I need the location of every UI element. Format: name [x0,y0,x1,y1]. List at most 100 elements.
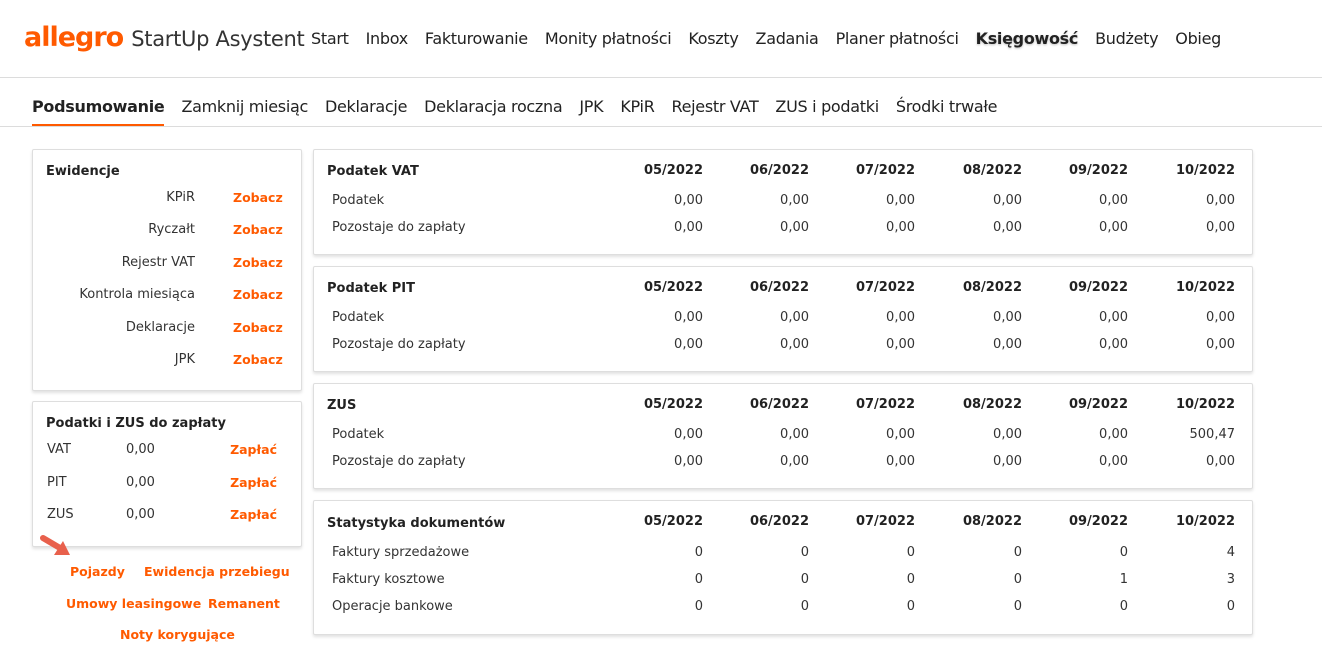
zaplac-link-zus[interactable]: Zapłać [230,507,277,522]
nav-item-monity[interactable]: Monity płatności [545,29,672,48]
month-header: 07/2022 [855,514,915,529]
tab-jpk[interactable]: JPK [579,97,603,126]
month-header: 08/2022 [962,397,1022,412]
table-cell: 0,00 [886,193,915,208]
month-header: 09/2022 [1068,397,1128,412]
nav-item-start[interactable]: Start [311,29,349,48]
table-title: Statystyka dokumentów [327,516,506,531]
month-header: 06/2022 [749,514,809,529]
tab-deklaracja-roczna[interactable]: Deklaracja roczna [424,97,563,126]
umowy-leasingowe-link[interactable]: Umowy leasingowe [66,596,201,611]
ewidencja-przebiegu-link[interactable]: Ewidencja przebiegu [144,564,290,579]
tab-deklaracje[interactable]: Deklaracje [325,97,407,126]
row-label: Pozostaje do zapłaty [332,220,466,235]
table-cell: 0 [800,599,809,614]
month-header: 05/2022 [643,514,703,529]
month-header: 06/2022 [749,280,809,295]
table-cell: 0 [1013,545,1022,560]
tab-rejestr-vat[interactable]: Rejestr VAT [672,97,759,126]
tab-podsumowanie[interactable]: Podsumowanie [32,97,165,126]
zaplac-link-vat[interactable]: Zapłać [230,442,277,457]
remanent-link[interactable]: Remanent [208,596,280,611]
zus-table-card: ZUS 05/2022 06/2022 07/2022 08/2022 09/2… [313,383,1253,489]
zobacz-link-kontrola[interactable]: Zobacz [233,287,283,302]
table-cell: 0,00 [1206,193,1235,208]
noty-korygujace-link[interactable]: Noty korygujące [120,627,235,642]
table-cell: 0,00 [993,427,1022,442]
month-header: 10/2022 [1175,514,1235,529]
month-header: 07/2022 [855,280,915,295]
logo-product: StartUp Asystent [131,27,305,51]
table-cell: 0 [906,545,915,560]
table-cell: 0 [906,599,915,614]
zobacz-link-rejestr-vat[interactable]: Zobacz [233,255,283,270]
nav-item-fakturowanie[interactable]: Fakturowanie [425,29,528,48]
month-header: 10/2022 [1175,280,1235,295]
table-cell: 0 [694,545,703,560]
nav-item-budzety[interactable]: Budżety [1095,29,1158,48]
month-header: 09/2022 [1068,514,1128,529]
ewidencje-row: Rejestr VAT Zobacz [33,255,303,275]
month-header: 06/2022 [749,163,809,178]
table-cell: 0 [1119,545,1128,560]
zobacz-link-ryczalt[interactable]: Zobacz [233,222,283,237]
table-cell: 0 [1013,599,1022,614]
podatki-row: PIT 0,00 Zapłać [33,475,303,495]
podatki-card: Podatki i ZUS do zapłaty VAT 0,00 Zapłać… [32,401,302,547]
table-cell: 0 [1119,599,1128,614]
table-cell: 0,00 [1099,220,1128,235]
table-cell: 0,00 [674,220,703,235]
table-cell: 0,00 [1206,310,1235,325]
row-label: Operacje bankowe [332,599,453,614]
ewidencje-label: JPK [174,352,195,367]
table-cell: 0,00 [780,310,809,325]
tab-kpir[interactable]: KPiR [620,97,654,126]
month-header: 05/2022 [643,163,703,178]
month-header: 06/2022 [749,397,809,412]
table-cell: 0,00 [886,310,915,325]
month-header: 07/2022 [855,397,915,412]
table-cell: 4 [1226,545,1235,560]
ewidencje-row: Ryczałt Zobacz [33,222,303,242]
table-cell: 0 [906,572,915,587]
table-cell: 0,00 [886,220,915,235]
nav-item-obieg[interactable]: Obieg [1175,29,1221,48]
row-label: Faktury sprzedażowe [332,545,470,560]
arrow-icon [40,535,70,555]
tab-srodki-trwale[interactable]: Środki trwałe [896,97,998,126]
nav-item-inbox[interactable]: Inbox [366,29,409,48]
ewidencje-label: Deklaracje [125,320,195,335]
table-cell: 0,00 [993,454,1022,469]
pojazdy-link[interactable]: Pojazdy [70,564,125,579]
nav-item-ksiegowosc[interactable]: Księgowość [976,29,1079,48]
ewidencje-label: Kontrola miesiąca [79,287,195,302]
podatki-name: VAT [47,442,71,457]
table-cell: 0,00 [674,427,703,442]
tab-zamknij-miesiac[interactable]: Zamknij miesiąc [181,97,308,126]
podatki-row: ZUS 0,00 Zapłać [33,507,303,527]
table-cell: 0,00 [1206,454,1235,469]
table-cell: 0,00 [780,220,809,235]
zobacz-link-kpir[interactable]: Zobacz [233,190,283,205]
table-cell: 0,00 [886,454,915,469]
tab-zus-i-podatki[interactable]: ZUS i podatki [775,97,879,126]
zobacz-link-deklaracje[interactable]: Zobacz [233,320,283,335]
logo[interactable]: allegro StartUp Asystent [24,22,305,53]
zaplac-link-pit[interactable]: Zapłać [230,475,277,490]
table-cell: 0,00 [886,427,915,442]
nav-item-planer[interactable]: Planer płatności [836,29,959,48]
podatki-value: 0,00 [126,475,155,490]
month-header: 09/2022 [1068,280,1128,295]
table-cell: 0 [1226,599,1235,614]
zobacz-link-jpk[interactable]: Zobacz [233,352,283,367]
table-cell: 0,00 [993,337,1022,352]
podatki-name: PIT [47,475,67,490]
table-cell: 0,00 [1099,193,1128,208]
nav-item-zadania[interactable]: Zadania [756,29,819,48]
nav-item-koszty[interactable]: Koszty [688,29,738,48]
ewidencje-label: Rejestr VAT [121,255,195,270]
ewidencje-row: Kontrola miesiąca Zobacz [33,287,303,307]
table-cell: 1 [1119,572,1128,587]
vat-table-card: Podatek VAT 05/2022 06/2022 07/2022 08/2… [313,149,1253,255]
table-cell: 0,00 [993,193,1022,208]
